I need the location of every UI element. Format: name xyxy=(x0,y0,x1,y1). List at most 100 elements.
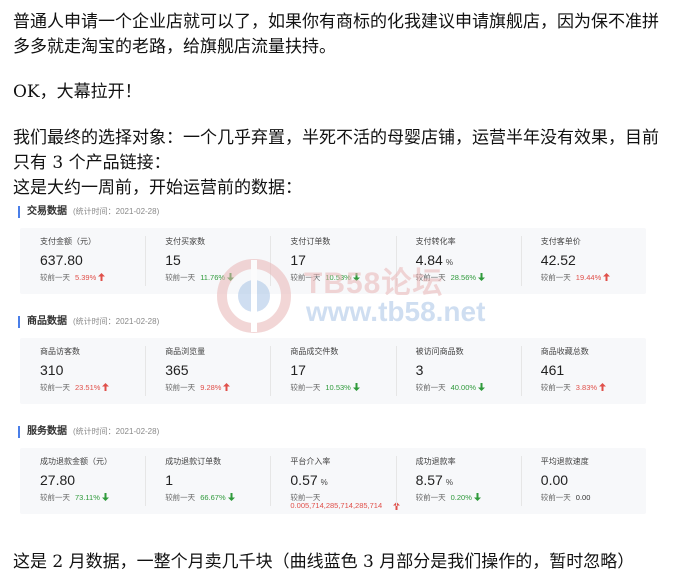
metric-value: 4.84% xyxy=(415,252,453,268)
metric-divider xyxy=(395,456,397,506)
metric-value: 0.57% xyxy=(290,472,328,488)
metric-card: 被访问商品数 3 较前一天 40.00% xyxy=(395,338,521,404)
metric-card: 成功退款订单数 1 较前一天 66.67% xyxy=(145,448,270,514)
metric-label: 支付金额（元） xyxy=(40,237,96,246)
metrics-panel: 成功退款金额（元） 27.80 较前一天 73.11% 成功退款订单数 1 较前一天 66.6… xyxy=(20,448,646,514)
metric-value: 310 xyxy=(40,362,64,378)
metric-label: 商品成交件数 xyxy=(290,347,339,356)
metric-label: 支付转化率 xyxy=(415,237,456,246)
arrow-down-icon xyxy=(478,273,486,281)
arrow-down-icon xyxy=(352,383,360,391)
metric-value: 15 xyxy=(165,252,181,268)
metric-unit: % xyxy=(445,258,453,267)
section-title: 服务数据 (统计时间：2021-02-28) xyxy=(18,426,159,438)
choice-paragraph: 我们最终的选择对象：一个几乎弃置，半死不活的母婴店铺，运营半年没有效果，目前只有… xyxy=(13,128,659,173)
metric-value: 42.52 xyxy=(540,252,576,268)
metric-change-pct: 19.44% xyxy=(575,273,602,282)
metric-card: 商品成交件数 17 较前一天 10.53% xyxy=(270,338,395,404)
metric-label: 被访问商品数 xyxy=(415,347,464,356)
metric-compare: 较前一天 10.53% xyxy=(290,272,360,283)
metric-card: 平台介入率 0.57% 较前一天 0.005,714,285,714,285,714 xyxy=(270,448,401,514)
arrow-up-icon xyxy=(603,273,611,281)
metric-divider xyxy=(145,456,147,506)
section-title: 商品数据 (统计时间：2021-02-28) xyxy=(18,316,159,328)
metric-change-pct: 10.53% xyxy=(325,273,351,282)
metric-value: 17 xyxy=(290,362,306,378)
metric-change-pct: 66.67% xyxy=(200,493,226,502)
arrow-down-icon xyxy=(227,493,235,501)
watermark-line2: www.tb58.net xyxy=(306,296,486,327)
arrow-up-icon xyxy=(223,383,231,391)
metric-label: 支付订单数 xyxy=(290,237,331,246)
metric-extra-value: 0.005,714,285,714,285,714 xyxy=(290,501,383,510)
metric-divider xyxy=(145,236,147,286)
metric-value: 461 xyxy=(540,362,565,378)
metric-value: 27.80 xyxy=(40,472,76,488)
metric-divider xyxy=(520,236,522,286)
metric-card: 支付订单数 17 较前一天 10.53% xyxy=(270,228,395,294)
metric-card: 商品访客数 310 较前一天 23.51% xyxy=(20,338,145,404)
february-paragraph: 这是 2 月数据，一整个月卖几千块（曲线蓝色 3 月部分是我们操作的，暂时忽略） xyxy=(13,552,635,572)
metric-label: 平均退款速度 xyxy=(540,457,589,466)
arrow-down-icon xyxy=(473,493,481,501)
metric-compare: 较前一天 10.53% xyxy=(290,382,360,393)
metric-compare: 较前一天 66.67% xyxy=(165,492,235,503)
metric-card: 支付转化率 4.84% 较前一天 28.56% xyxy=(395,228,521,294)
metric-card: 支付买家数 15 较前一天 11.76% xyxy=(145,228,270,294)
metric-value: 1 xyxy=(165,472,173,488)
section-title: 交易数据 (统计时间：2021-02-28) xyxy=(18,206,159,218)
metric-label: 支付客单价 xyxy=(540,237,581,246)
data-intro-paragraph: 这是大约一周前，开始运营前的数据： xyxy=(13,178,302,198)
arrow-up-icon xyxy=(599,383,607,391)
metric-card: 支付金额（元） 637.80 较前一天 5.39% xyxy=(20,228,145,294)
metric-change-pct: 0.20% xyxy=(450,493,472,502)
metric-change-pct: 11.76% xyxy=(200,273,226,282)
metric-change-pct: 3.83% xyxy=(575,383,598,392)
metric-divider xyxy=(270,236,272,286)
metric-change-pct: 40.00% xyxy=(450,383,477,392)
metric-label: 成功退款率 xyxy=(415,457,456,466)
metric-divider xyxy=(520,346,522,396)
metric-change-pct: 5.39% xyxy=(75,273,97,282)
metric-card: 支付客单价 42.52 较前一天 19.44% xyxy=(520,228,646,294)
metric-change-pct: 28.56% xyxy=(450,273,477,282)
metric-change-pct: 0.00 xyxy=(575,493,591,502)
metric-compare: 较前一天 73.11% xyxy=(40,492,109,503)
metric-value: 365 xyxy=(165,362,189,378)
metric-compare: 较前一天 40.00% xyxy=(416,382,486,393)
arrow-down-icon xyxy=(478,383,486,391)
metric-compare: 较前一天 3.83% xyxy=(541,382,607,393)
arrow-down-icon xyxy=(227,273,235,281)
metric-compare: 较前一天 11.76% xyxy=(165,272,235,283)
metrics-panel: 商品访客数 310 较前一天 23.51% 商品浏览量 365 较前一天 9.28% 商品成交件… xyxy=(20,338,646,404)
metric-compare: 较前一天 5.39% xyxy=(40,272,106,283)
metric-label: 成功退款订单数 xyxy=(165,457,222,466)
metric-divider xyxy=(270,346,272,396)
metric-label: 商品浏览量 xyxy=(165,347,206,356)
metric-card: 成功退款金额（元） 27.80 较前一天 73.11% xyxy=(20,448,145,514)
arrow-down-icon xyxy=(352,273,360,281)
metric-divider xyxy=(145,346,147,396)
metric-compare: 较前一天 0.00 xyxy=(540,493,591,502)
metric-divider xyxy=(395,346,397,396)
metric-label: 平台介入率 xyxy=(290,457,331,466)
metric-label: 成功退款金额（元） xyxy=(40,457,112,466)
metrics-panel: 支付金额（元） 637.80 较前一天 5.39% 支付买家数 15 较前一天 11.76% 支… xyxy=(20,228,646,294)
metric-divider xyxy=(520,456,522,506)
metric-compare: 较前一天 0.20% xyxy=(416,492,481,503)
metric-change-pct: 23.51% xyxy=(75,383,101,392)
metric-value: 0.00 xyxy=(540,472,569,488)
metric-card: 商品收藏总数 461 较前一天 3.83% xyxy=(520,338,646,404)
arrow-up-icon xyxy=(98,273,106,281)
metric-value: 17 xyxy=(290,252,306,268)
metric-label: 商品访客数 xyxy=(40,347,80,356)
metric-divider xyxy=(270,456,272,506)
metric-change-pct: 9.28% xyxy=(200,383,222,392)
metric-card: 成功退款率 8.57% 较前一天 0.20% xyxy=(395,448,521,514)
metric-compare: 较前一天 19.44% xyxy=(541,272,611,283)
metric-unit: % xyxy=(320,478,328,487)
arrow-down-icon xyxy=(101,493,109,501)
metric-value: 637.80 xyxy=(40,252,83,268)
metric-compare: 较前一天 28.56% xyxy=(416,272,486,283)
intro-paragraph: 普通人申请一个企业店就可以了，如果你有商标的化我建议申请旗舰店，因为保不准拼多多… xyxy=(13,12,659,57)
